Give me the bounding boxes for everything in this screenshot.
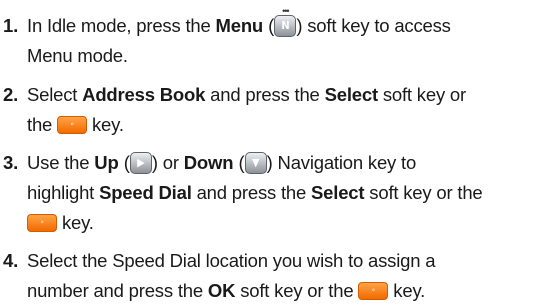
step-number: 1. bbox=[3, 15, 19, 36]
text: Menu mode. bbox=[27, 45, 128, 66]
menu-soft-key-label: Menu bbox=[215, 15, 264, 36]
menu-key-icon: ••• N bbox=[274, 7, 297, 37]
down-navigation-key-icon: ▼ bbox=[244, 152, 267, 174]
text: key. bbox=[388, 280, 426, 301]
step-line: highlight Speed Dial and press the Selec… bbox=[27, 178, 532, 208]
text: number and press the bbox=[27, 280, 208, 301]
text: ) Navigation key to bbox=[266, 152, 417, 173]
step-text: Use the Up (▶) or Down (▼) Navigation ke… bbox=[27, 148, 532, 238]
step-number: 3. bbox=[3, 152, 19, 173]
step-text: Select the Speed Dial location you wish … bbox=[27, 246, 532, 306]
step-line: Select the Speed Dial location you wish … bbox=[27, 246, 532, 276]
text: Select bbox=[27, 84, 83, 105]
text: ( bbox=[233, 152, 245, 173]
text: and press the bbox=[205, 84, 325, 105]
step-text: Select Address Book and press the Select… bbox=[27, 80, 532, 140]
send-key-icon: ◦ bbox=[27, 214, 57, 232]
step-line: Select Address Book and press the Select… bbox=[27, 80, 532, 110]
step-line: In Idle mode, press the Menu (••• N) soft… bbox=[27, 7, 532, 41]
text: key. bbox=[57, 212, 94, 233]
send-key-icon: ◦ bbox=[358, 282, 389, 300]
step-text: In Idle mode, press the Menu (••• N) soft… bbox=[27, 7, 532, 71]
step-number: 2. bbox=[3, 84, 19, 105]
text: Use the bbox=[27, 152, 95, 173]
text: soft key or the bbox=[235, 280, 359, 301]
step-line: Menu mode. bbox=[27, 41, 532, 71]
send-key-icon: ◦ bbox=[57, 116, 88, 134]
step-number: 4. bbox=[3, 250, 19, 271]
instruction-document: 1. In Idle mode, press the Menu (••• N) s… bbox=[0, 0, 537, 307]
text: ) soft key to access bbox=[296, 15, 451, 36]
text: ( bbox=[118, 152, 130, 173]
text: soft key or bbox=[377, 84, 466, 105]
step-line: Use the Up (▶) or Down (▼) Navigation ke… bbox=[27, 148, 532, 178]
up-key-label: Up bbox=[94, 152, 119, 173]
step-line: number and press the OK soft key or the … bbox=[27, 276, 532, 306]
step-line: the ◦ key. bbox=[27, 110, 532, 140]
down-key-label: Down bbox=[183, 152, 234, 173]
step-line: ◦ key. bbox=[27, 208, 532, 238]
text: the bbox=[27, 114, 58, 135]
select-soft-key-label: Select bbox=[311, 182, 365, 203]
select-soft-key-label: Select bbox=[324, 84, 379, 105]
text: key. bbox=[87, 114, 124, 135]
up-navigation-key-icon: ▶ bbox=[129, 152, 152, 174]
speed-dial-label: Speed Dial bbox=[99, 182, 192, 203]
text: ( bbox=[263, 15, 275, 36]
text: Select the Speed Dial location you wish … bbox=[27, 250, 436, 271]
ok-soft-key-label: OK bbox=[207, 280, 236, 301]
text: soft key or the bbox=[364, 182, 483, 203]
text: and press the bbox=[191, 182, 312, 203]
address-book-label: Address Book bbox=[82, 84, 206, 105]
text: ) or bbox=[151, 152, 184, 173]
text: In Idle mode, press the bbox=[27, 15, 216, 36]
text: highlight bbox=[27, 182, 100, 203]
